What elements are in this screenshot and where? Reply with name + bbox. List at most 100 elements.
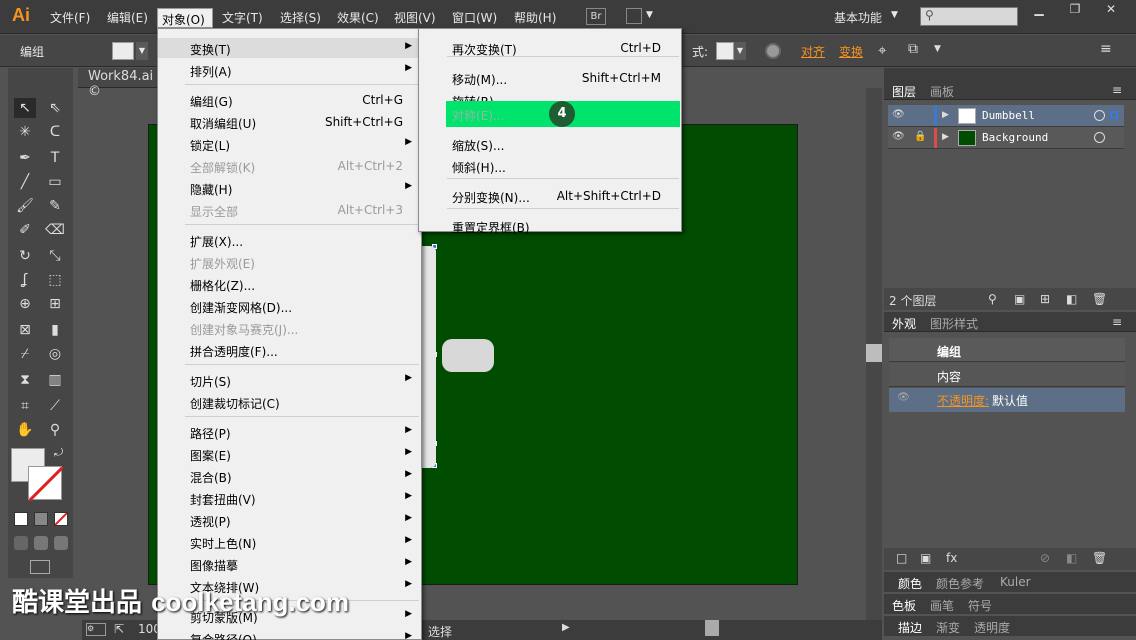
horizontal-scrollbar-thumb[interactable] [705,620,719,636]
stroke-color-box[interactable] [28,466,63,501]
tab-graphic-styles[interactable]: 图形样式 [930,315,978,332]
graphic-style-swatch[interactable] [716,42,734,60]
symbol-sprayer-tool-icon[interactable]: ⧗ [14,370,36,390]
dumbbell-shape[interactable] [442,339,494,372]
menu-object[interactable]: 对象(O) [157,8,213,28]
add-stroke-icon[interactable]: □ [896,551,907,565]
locate-object-icon[interactable]: ⚲ [988,292,997,306]
menu-item[interactable]: 隐藏(H) ▶ [158,178,421,198]
layer-row[interactable]: 👁 ▶ Dumbbell [888,105,1124,127]
tab-brushes[interactable]: 画笔 [930,597,954,614]
eye-icon[interactable]: 👁 [892,131,906,143]
vertical-scrollbar-thumb[interactable] [866,344,882,362]
swap-colors-icon[interactable]: ⤾ [54,446,63,460]
tab-artboards[interactable]: 画板 [930,83,954,100]
menu-item[interactable]: 创建裁切标记(C) [158,392,421,412]
delete-item-icon[interactable]: 🗑 [1092,551,1107,565]
menu-item[interactable]: 实时上色(N) ▶ [158,532,421,552]
tab-transparency[interactable]: 透明度 [974,619,1010,636]
menu-effect[interactable]: 效果(C) [337,9,379,26]
tab-stroke[interactable]: 描边 [898,619,922,636]
menu-item[interactable]: 变换(T) ▶ [158,38,421,58]
layer-name[interactable]: Dumbbell [982,109,1035,122]
clipping-mask-icon[interactable]: ▣ [1014,292,1025,306]
menu-help[interactable]: 帮助(H) [514,9,556,26]
maximize-button[interactable]: ❐ [1062,2,1088,18]
menu-item[interactable]: 图像描摹 ▶ [158,554,421,574]
draw-behind-icon[interactable] [34,536,48,550]
delete-layer-icon[interactable]: 🗑 [1092,292,1107,306]
eraser-tool-icon[interactable]: ⌫ [44,220,66,240]
gradient-tool-icon[interactable]: ▮ [44,320,66,340]
fill-swatch[interactable] [112,42,134,60]
menu-item[interactable]: 拼合透明度(F)... [158,340,421,360]
transform-link[interactable]: 变换 [839,43,863,60]
menu-item[interactable]: 切片(S) ▶ [158,370,421,390]
gradient-mode-icon[interactable] [34,512,48,526]
menu-item[interactable]: 混合(B) ▶ [158,466,421,486]
tab-color-guide[interactable]: 颜色参考 [936,575,984,592]
menu-item[interactable]: 扩展外观(E) [158,252,421,272]
submenu-item[interactable]: 分别变换(N)... Alt+Shift+Ctrl+D [419,186,681,206]
perspective-grid-tool-icon[interactable]: ⊞ [44,294,66,314]
blob-brush-tool-icon[interactable]: ✐ [14,220,36,240]
column-graph-tool-icon[interactable]: ▥ [44,370,66,390]
lasso-tool-icon[interactable]: ᑕ [44,122,66,142]
style-dropdown-icon[interactable]: ▼ [734,42,746,60]
menu-item[interactable]: 全部解锁(K) Alt+Ctrl+2 [158,156,421,176]
tab-swatches[interactable]: 色板 [892,597,916,614]
search-input[interactable]: ⚲ [920,7,1018,26]
minimize-button[interactable]: ▁ [1026,2,1052,18]
menu-item[interactable]: 路径(P) ▶ [158,422,421,442]
hand-tool-icon[interactable]: ✋ [14,420,36,440]
eye-icon[interactable]: 👁 [892,109,906,121]
scale-tool-icon[interactable]: ⤡ [44,246,66,266]
menu-item[interactable]: 图案(E) ▶ [158,444,421,464]
draw-inside-icon[interactable] [54,536,68,550]
type-tool-icon[interactable]: T [44,148,66,168]
appearance-panel-menu-icon[interactable]: ≡ [1112,315,1122,329]
zoom-tool-icon[interactable]: ⚲ [44,420,66,440]
layer-name[interactable]: Background [982,131,1048,144]
arrange-dropdown-icon[interactable]: ▼ [646,10,653,20]
menu-item[interactable]: 栅格化(Z)... [158,274,421,294]
add-fill-icon[interactable]: ▣ [920,551,931,565]
status-toggle-icon[interactable]: ⚙ [86,623,106,636]
warp-tool-icon[interactable]: ʆ [14,270,36,290]
appearance-group-row[interactable] [889,338,1125,362]
eyedropper-tool-icon[interactable]: ⌿ [14,344,36,364]
tab-color[interactable]: 颜色 [898,575,922,592]
recolor-artwork-icon[interactable] [765,43,781,59]
rotate-tool-icon[interactable]: ↻ [14,246,36,266]
tab-layers[interactable]: 图层 [892,83,916,100]
appearance-content-row[interactable] [889,363,1125,387]
magic-wand-tool-icon[interactable]: ✳ [14,122,36,142]
layers-panel-menu-icon[interactable]: ≡ [1112,83,1122,97]
menu-file[interactable]: 文件(F) [50,9,90,26]
submenu-item[interactable]: 移动(M)... Shift+Ctrl+M [419,68,681,88]
menu-item[interactable]: 扩展(X)... [158,230,421,250]
tab-appearance[interactable]: 外观 [892,315,916,332]
panel-menu-icon[interactable]: ≡ [1100,41,1112,57]
dumbbell-weight-shape[interactable] [422,246,436,468]
menu-item[interactable]: 创建对象马赛克(J)... [158,318,421,338]
menu-item[interactable]: 取消编组(U) Shift+Ctrl+G [158,112,421,132]
blend-tool-icon[interactable]: ◎ [44,344,66,364]
target-icon[interactable] [1094,132,1105,143]
submenu-item[interactable]: 重置定界框(B) [419,216,681,236]
isolate-icon[interactable]: ⌖ [878,41,886,59]
layer-row[interactable]: 👁 🔒 ▶ Background [888,127,1124,149]
bridge-icon[interactable]: Br [586,8,606,25]
clear-appearance-icon[interactable]: ⊘ [1040,551,1050,565]
pencil-tool-icon[interactable]: ✎ [44,196,66,216]
draw-normal-icon[interactable] [14,536,28,550]
tab-symbols[interactable]: 符号 [968,597,992,614]
duplicate-item-icon[interactable]: ◧ [1066,551,1077,565]
expand-caret-icon[interactable]: ▶ [942,132,949,142]
arrange-dropdown-icon-2[interactable]: ▼ [934,44,941,54]
menu-window[interactable]: 窗口(W) [452,9,497,26]
color-mode-icon[interactable] [14,512,28,526]
menu-item[interactable]: 显示全部 Alt+Ctrl+3 [158,200,421,220]
menu-item[interactable]: 复合路径(O) ▶ [158,628,421,640]
arrange-icon[interactable]: ⧉ [908,41,918,57]
